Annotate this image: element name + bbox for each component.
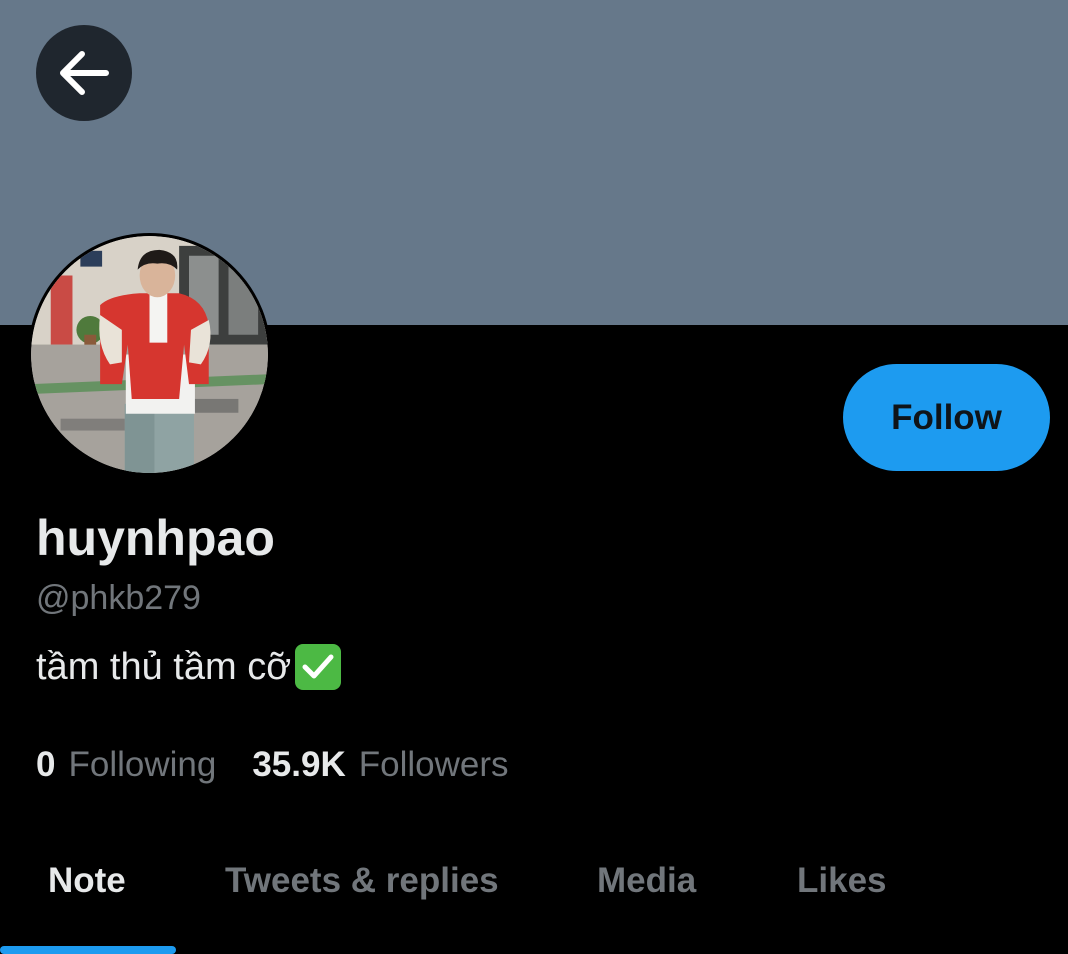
bio-text: tầm thủ tầm cỡ [36,646,292,688]
follow-button[interactable]: Follow [843,364,1050,471]
followers-count: 35.9K [252,745,346,784]
profile-stats: 0 Following 35.9K Followers [36,742,509,788]
avatar[interactable] [28,233,271,476]
active-tab-indicator [0,946,176,954]
followers-link[interactable]: 35.9K Followers [252,742,508,788]
tab-media[interactable]: Media [597,840,696,952]
bio: tầm thủ tầm cỡ [36,642,342,692]
profile-tabs: Note Tweets & replies Media Likes [0,840,1068,954]
followers-label: Followers [358,745,509,784]
tab-likes[interactable]: Likes [797,840,887,952]
check-mark-button-icon [295,644,342,690]
following-label: Following [68,745,217,784]
back-button[interactable] [36,25,132,121]
arrow-left-icon [58,50,110,96]
tab-tweets-replies[interactable]: Tweets & replies [225,840,499,952]
user-handle: @phkb279 [36,579,201,617]
following-count: 0 [36,745,56,784]
tab-note[interactable]: Note [48,840,126,952]
display-name: huynhpao [36,510,275,566]
following-link[interactable]: 0 Following [36,742,216,788]
